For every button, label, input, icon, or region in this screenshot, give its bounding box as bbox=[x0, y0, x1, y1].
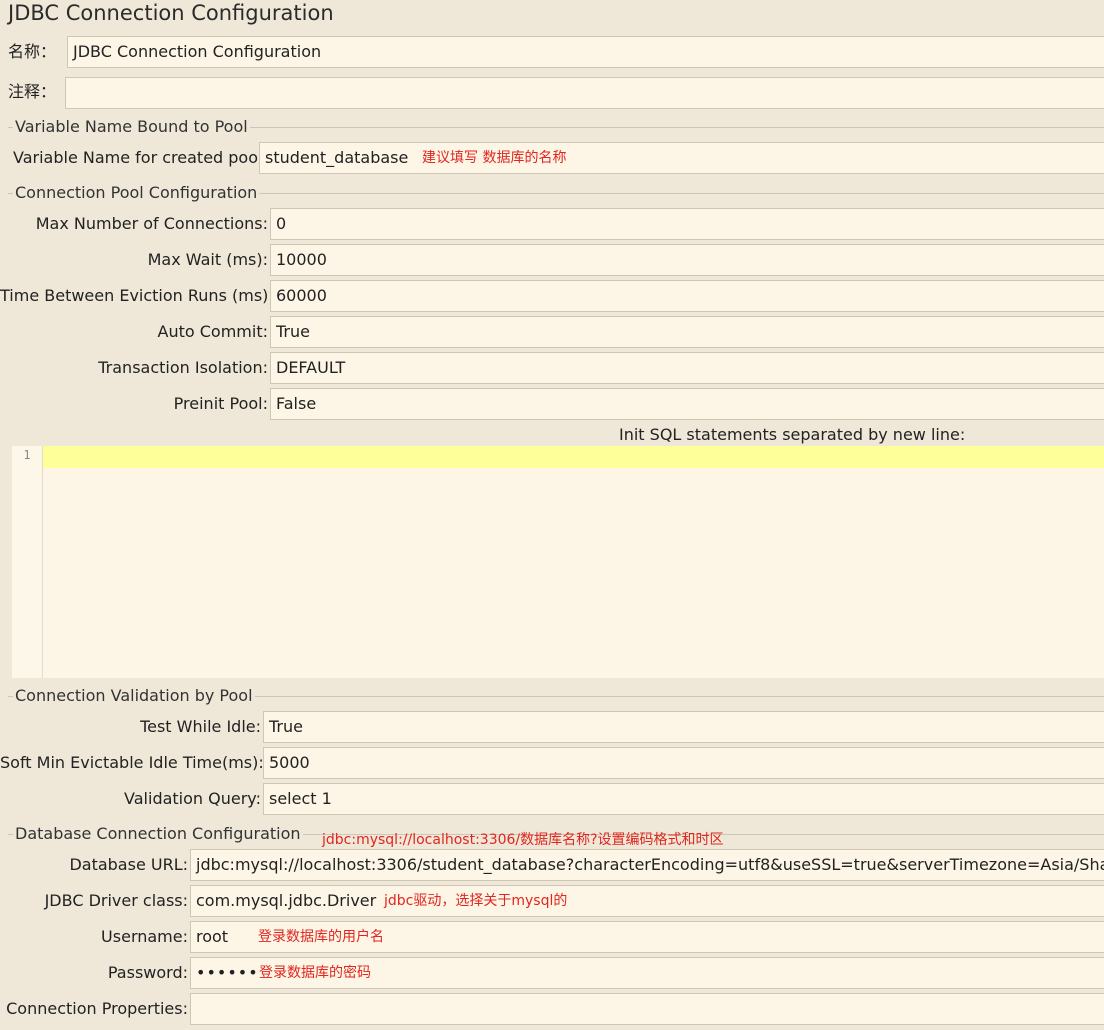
preinit-pool-select[interactable]: False bbox=[270, 388, 1104, 420]
connection-properties-label: Connection Properties: bbox=[6, 999, 188, 1018]
max-connections-field[interactable]: 0 bbox=[270, 208, 1104, 240]
name-label: 名称： bbox=[8, 42, 57, 61]
database-url-label: Database URL: bbox=[69, 855, 188, 874]
transaction-isolation-label: Transaction Isolation: bbox=[98, 358, 268, 377]
name-field[interactable]: JDBC Connection Configuration bbox=[67, 36, 1104, 68]
jdbc-driver-label: JDBC Driver class: bbox=[44, 891, 188, 910]
database-url-field[interactable]: jdbc:mysql://localhost:3306/student_data… bbox=[190, 849, 1104, 881]
soft-min-idle-label: Soft Min Evictable Idle Time(ms): bbox=[0, 753, 264, 772]
test-while-idle-select[interactable]: True bbox=[263, 711, 1104, 743]
variable-name-field[interactable]: student_database bbox=[259, 142, 1104, 174]
password-label: Password: bbox=[107, 963, 188, 982]
comment-field[interactable] bbox=[65, 77, 1104, 109]
variable-name-note: 建议填写 数据库的名称 bbox=[422, 150, 567, 166]
auto-commit-select[interactable]: True bbox=[270, 316, 1104, 348]
variable-name-value: student_database bbox=[265, 148, 409, 167]
password-note: 登录数据库的密码 bbox=[259, 965, 371, 981]
variable-name-label: Variable Name for created pool: bbox=[13, 148, 268, 167]
eviction-runs-field[interactable]: 60000 bbox=[270, 280, 1104, 312]
preinit-pool-label: Preinit Pool: bbox=[173, 394, 268, 413]
max-wait-label: Max Wait (ms): bbox=[147, 250, 268, 269]
jdbc-driver-select[interactable]: com.mysql.jdbc.Driver bbox=[190, 885, 1104, 917]
soft-min-idle-field[interactable]: 5000 bbox=[263, 747, 1104, 779]
section-variable-title: Variable Name Bound to Pool bbox=[13, 116, 250, 138]
eviction-runs-label: Time Between Eviction Runs (ms): bbox=[0, 286, 274, 305]
line-number: 1 bbox=[23, 448, 31, 462]
username-note: 登录数据库的用户名 bbox=[258, 929, 384, 945]
comment-label: 注释： bbox=[8, 82, 57, 101]
init-sql-editor[interactable]: 1 bbox=[12, 446, 1104, 678]
validation-query-label: Validation Query: bbox=[124, 789, 261, 808]
max-connections-label: Max Number of Connections: bbox=[35, 214, 268, 233]
username-value: root bbox=[196, 927, 229, 946]
jdbc-driver-note: jdbc驱动，选择关于mysql的 bbox=[384, 893, 568, 909]
test-while-idle-label: Test While Idle: bbox=[140, 717, 261, 736]
line-number-gutter: 1 bbox=[12, 446, 43, 678]
username-label: Username: bbox=[101, 927, 188, 946]
max-wait-field[interactable]: 10000 bbox=[270, 244, 1104, 276]
validation-query-field[interactable]: select 1 bbox=[263, 783, 1104, 815]
current-line-highlight bbox=[43, 446, 1104, 468]
section-database-title: Database Connection Configuration bbox=[13, 823, 303, 845]
auto-commit-label: Auto Commit: bbox=[157, 322, 268, 341]
connection-properties-field[interactable] bbox=[190, 993, 1104, 1025]
section-validation-title: Connection Validation by Pool bbox=[13, 685, 255, 707]
jdbc-driver-value: com.mysql.jdbc.Driver bbox=[196, 891, 377, 910]
section-pool-title: Connection Pool Configuration bbox=[13, 182, 260, 204]
password-value: •••••• bbox=[196, 963, 259, 982]
transaction-isolation-select[interactable]: DEFAULT bbox=[270, 352, 1104, 384]
panel-title: JDBC Connection Configuration bbox=[8, 1, 334, 25]
